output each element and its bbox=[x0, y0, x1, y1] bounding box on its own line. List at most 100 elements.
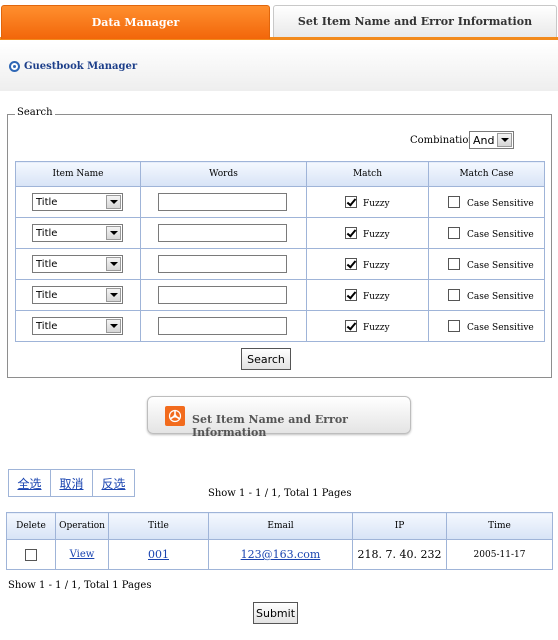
fuzzy-checkbox[interactable] bbox=[345, 289, 357, 301]
search-row: Title Fuzzy Case Sensitive bbox=[15, 217, 545, 249]
fuzzy-label: Fuzzy bbox=[363, 323, 390, 333]
select-all-button[interactable]: 全选 bbox=[8, 469, 51, 497]
email-cell: 123@163.com bbox=[208, 539, 353, 570]
search-row: Title Fuzzy Case Sensitive bbox=[15, 248, 545, 280]
header-email: Email bbox=[208, 512, 353, 540]
combination-select[interactable]: And bbox=[469, 131, 514, 149]
header-operation: Operation bbox=[55, 512, 109, 540]
header-match: Match bbox=[306, 161, 429, 187]
case-sensitive-checkbox[interactable] bbox=[448, 320, 460, 332]
title-link[interactable]: 001 bbox=[148, 548, 169, 561]
header-item-name: Item Name bbox=[15, 161, 141, 187]
email-link[interactable]: 123@163.com bbox=[241, 548, 321, 561]
time-cell: 2005-11-17 bbox=[446, 539, 553, 570]
invert-selection-button[interactable]: 反选 bbox=[92, 469, 135, 497]
match-case-cell: Case Sensitive bbox=[428, 217, 545, 249]
delete-checkbox[interactable] bbox=[25, 549, 37, 561]
words-input[interactable] bbox=[158, 317, 287, 335]
set-item-name-label: Set Item Name and Error Information bbox=[192, 413, 348, 439]
combination-value: And bbox=[473, 133, 495, 147]
item-name-value: Title bbox=[36, 227, 58, 239]
match-cell: Fuzzy bbox=[306, 217, 429, 249]
match-cell: Fuzzy bbox=[306, 186, 429, 218]
fuzzy-checkbox[interactable] bbox=[345, 196, 357, 208]
search-legend: Search bbox=[15, 107, 55, 118]
item-name-value: Title bbox=[36, 289, 58, 301]
chevron-down-icon[interactable] bbox=[106, 195, 121, 209]
fuzzy-label: Fuzzy bbox=[363, 230, 390, 240]
chevron-down-icon[interactable] bbox=[106, 288, 121, 302]
item-cell: Title bbox=[15, 248, 141, 280]
match-case-cell: Case Sensitive bbox=[428, 248, 545, 280]
case-sensitive-label: Case Sensitive bbox=[467, 199, 534, 209]
words-cell bbox=[140, 279, 307, 311]
case-sensitive-checkbox[interactable] bbox=[448, 196, 460, 208]
settings-icon bbox=[165, 406, 185, 426]
match-cell: Fuzzy bbox=[306, 279, 429, 311]
words-cell bbox=[140, 217, 307, 249]
header-match-case: Match Case bbox=[428, 161, 545, 187]
pager-summary-top: Show 1 - 1 / 1, Total 1 Pages bbox=[208, 488, 352, 499]
item-name-select[interactable]: Title bbox=[32, 286, 123, 304]
item-name-value: Title bbox=[36, 196, 58, 208]
chevron-down-icon[interactable] bbox=[497, 133, 512, 147]
match-case-cell: Case Sensitive bbox=[428, 310, 545, 342]
item-cell: Title bbox=[15, 279, 141, 311]
chevron-down-icon[interactable] bbox=[106, 226, 121, 240]
header-ip: IP bbox=[352, 512, 447, 540]
words-input[interactable] bbox=[158, 255, 287, 273]
set-item-name-button[interactable]: Set Item Name and Error Information bbox=[147, 396, 411, 439]
header-delete: Delete bbox=[6, 512, 56, 540]
tab-data-manager[interactable]: Data Manager bbox=[1, 5, 270, 39]
case-sensitive-checkbox[interactable] bbox=[448, 227, 460, 239]
fuzzy-checkbox[interactable] bbox=[345, 227, 357, 239]
header-words: Words bbox=[140, 161, 307, 187]
words-input[interactable] bbox=[158, 224, 287, 242]
combination-label: Combination: bbox=[410, 135, 479, 146]
pager-summary-bottom: Show 1 - 1 / 1, Total 1 Pages bbox=[8, 580, 152, 591]
chevron-down-icon[interactable] bbox=[106, 319, 121, 333]
search-row: Title Fuzzy Case Sensitive bbox=[15, 279, 545, 311]
search-criteria-table: Item Name Words Match Match Case Title Fu… bbox=[15, 161, 545, 342]
selection-buttons: 全选 取消 反选 bbox=[8, 469, 135, 497]
words-input[interactable] bbox=[158, 286, 287, 304]
operation-cell: View bbox=[55, 539, 109, 570]
case-sensitive-checkbox[interactable] bbox=[448, 289, 460, 301]
radio-bullet-icon bbox=[9, 61, 20, 72]
case-sensitive-label: Case Sensitive bbox=[467, 230, 534, 240]
tab-set-item-name[interactable]: Set Item Name and Error Information bbox=[273, 5, 557, 37]
title-cell: 001 bbox=[108, 539, 209, 570]
item-name-select[interactable]: Title bbox=[32, 193, 123, 211]
cancel-selection-button[interactable]: 取消 bbox=[50, 469, 93, 497]
search-row: Title Fuzzy Case Sensitive bbox=[15, 186, 545, 218]
item-cell: Title bbox=[15, 310, 141, 342]
item-name-select[interactable]: Title bbox=[32, 255, 123, 273]
words-cell bbox=[140, 310, 307, 342]
fuzzy-label: Fuzzy bbox=[363, 199, 390, 209]
item-cell: Title bbox=[15, 186, 141, 218]
fuzzy-checkbox[interactable] bbox=[345, 320, 357, 332]
case-sensitive-label: Case Sensitive bbox=[467, 261, 534, 271]
table-row: View 001 123@163.com 218. 7. 40. 232 200… bbox=[6, 539, 553, 570]
page-title: Guestbook Manager bbox=[24, 61, 138, 72]
match-cell: Fuzzy bbox=[306, 310, 429, 342]
words-input[interactable] bbox=[158, 193, 287, 211]
results-table: Delete Operation Title Email IP Time Vie… bbox=[6, 512, 553, 570]
case-sensitive-label: Case Sensitive bbox=[467, 292, 534, 302]
header-time: Time bbox=[446, 512, 553, 540]
search-button[interactable]: Search bbox=[241, 348, 291, 370]
fuzzy-label: Fuzzy bbox=[363, 261, 390, 271]
case-sensitive-checkbox[interactable] bbox=[448, 258, 460, 270]
fuzzy-label: Fuzzy bbox=[363, 292, 390, 302]
match-cell: Fuzzy bbox=[306, 248, 429, 280]
view-link[interactable]: View bbox=[70, 549, 95, 560]
case-sensitive-label: Case Sensitive bbox=[467, 323, 534, 333]
match-case-cell: Case Sensitive bbox=[428, 186, 545, 218]
match-case-cell: Case Sensitive bbox=[428, 279, 545, 311]
fuzzy-checkbox[interactable] bbox=[345, 258, 357, 270]
item-name-select[interactable]: Title bbox=[32, 224, 123, 242]
ip-cell: 218. 7. 40. 232 bbox=[352, 539, 447, 570]
item-name-select[interactable]: Title bbox=[32, 317, 123, 335]
chevron-down-icon[interactable] bbox=[106, 257, 121, 271]
submit-button[interactable]: Submit bbox=[253, 602, 298, 624]
